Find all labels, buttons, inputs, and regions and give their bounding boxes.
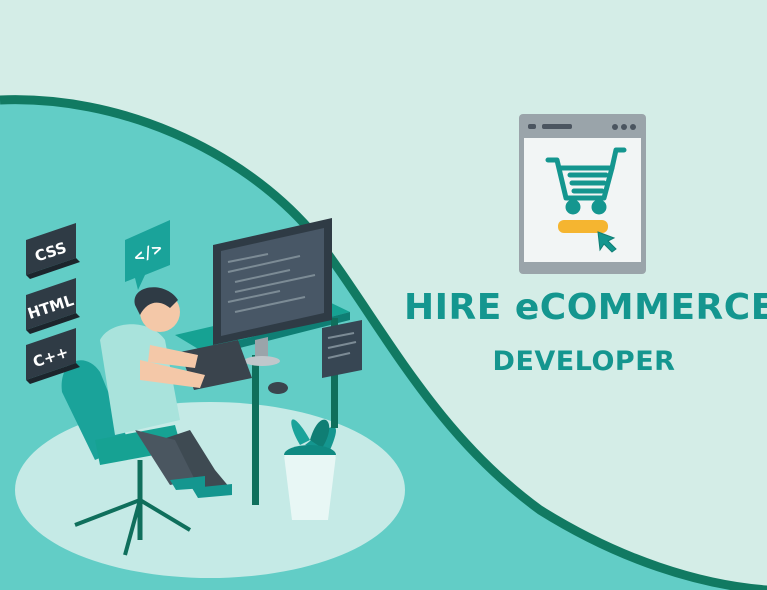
add-to-cart-button bbox=[558, 220, 608, 233]
subheadline: DEVELOPER bbox=[492, 346, 676, 377]
laptop bbox=[322, 320, 362, 378]
browser-window-icon bbox=[519, 114, 646, 274]
mouse bbox=[268, 382, 288, 394]
banner: CSS HTML C++ </> HIRE eCOMMERCE DEVELOPE… bbox=[0, 0, 767, 590]
headline: HIRE eCOMMERCE bbox=[404, 287, 767, 328]
